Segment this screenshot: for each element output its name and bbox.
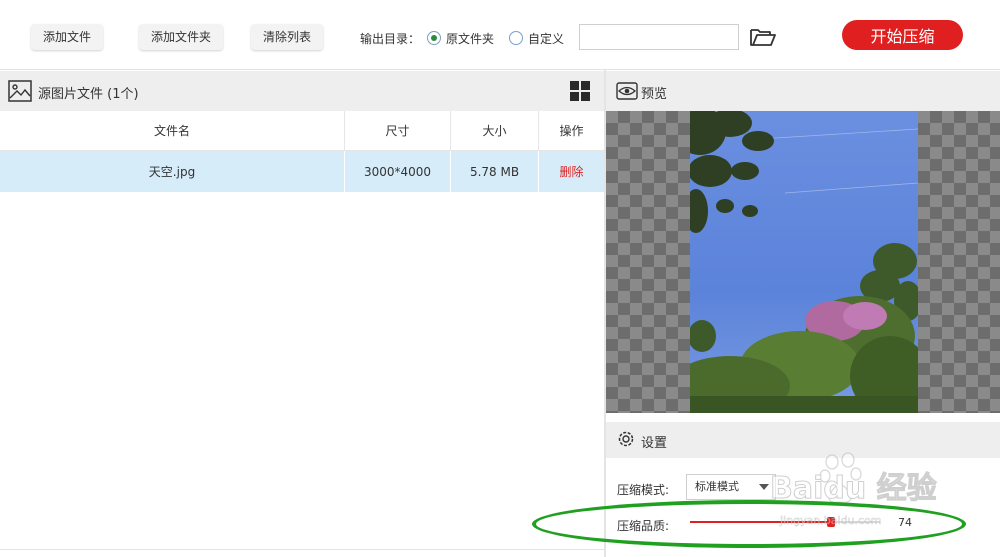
settings-title: 设置 [641, 436, 668, 451]
radio-custom-label: 自定义 [528, 32, 565, 46]
file-table-header: 文件名 尺寸 大小 操作 [0, 111, 604, 151]
radio-custom[interactable] [509, 31, 523, 45]
column-header-filename: 文件名 [153, 124, 190, 138]
radio-original-folder-label: 原文件夹 [446, 32, 495, 46]
table-row[interactable]: 天空.jpg 3000*4000 5.78 MB 删除 [0, 151, 604, 192]
file-list-area [0, 192, 604, 549]
quality-value: 74 [898, 516, 912, 529]
image-icon [8, 80, 32, 102]
quality-slider-fill [690, 521, 831, 523]
delete-button[interactable]: 删除 [538, 151, 604, 192]
eye-icon [616, 82, 638, 100]
quality-slider-thumb[interactable] [826, 517, 835, 527]
chevron-down-icon [759, 484, 769, 490]
clear-list-button[interactable]: 清除列表 [251, 24, 324, 50]
row-filename: 天空.jpg [148, 165, 196, 179]
preview-title: 预览 [641, 87, 668, 102]
source-files-title: 源图片文件 (1个) [38, 87, 139, 102]
add-file-button[interactable]: 添加文件 [31, 24, 104, 50]
start-compress-button[interactable]: 开始压缩 [842, 20, 963, 50]
column-header-action: 操作 [538, 111, 604, 150]
add-folder-button[interactable]: 添加文件夹 [139, 24, 224, 50]
preview-header: 预览 [606, 71, 1000, 111]
quality-label: 压缩品质: [617, 519, 670, 533]
row-size: 5.78 MB [450, 151, 538, 192]
preview-image [690, 111, 918, 413]
compress-mode-select[interactable]: 标准模式 [686, 474, 776, 500]
row-dimensions: 3000*4000 [344, 151, 450, 192]
preview-canvas [606, 111, 1000, 413]
compress-mode-value: 标准模式 [695, 480, 739, 493]
source-files-header: 源图片文件 (1个) [0, 71, 604, 111]
gear-icon [618, 431, 634, 447]
column-header-dimensions: 尺寸 [344, 111, 450, 150]
output-directory-input[interactable] [579, 24, 739, 50]
watermark-text: Baidu 经验 [770, 471, 937, 506]
toolbar: 添加文件 添加文件夹 清除列表 输出目录： 原文件夹 自定义 开始压缩 [0, 0, 1000, 70]
quality-slider[interactable] [690, 517, 880, 527]
column-header-size: 大小 [450, 111, 538, 150]
radio-original-folder[interactable] [427, 31, 441, 45]
settings-header: 设置 [606, 422, 1000, 458]
compress-mode-label: 压缩模式: [617, 483, 670, 497]
open-folder-icon[interactable] [749, 26, 777, 48]
baidu-watermark: Baidu 经验 jingyan.baidu.com [770, 452, 937, 527]
divider [0, 549, 604, 550]
grid-view-icon[interactable] [570, 81, 591, 102]
output-directory-label: 输出目录： [360, 32, 421, 46]
